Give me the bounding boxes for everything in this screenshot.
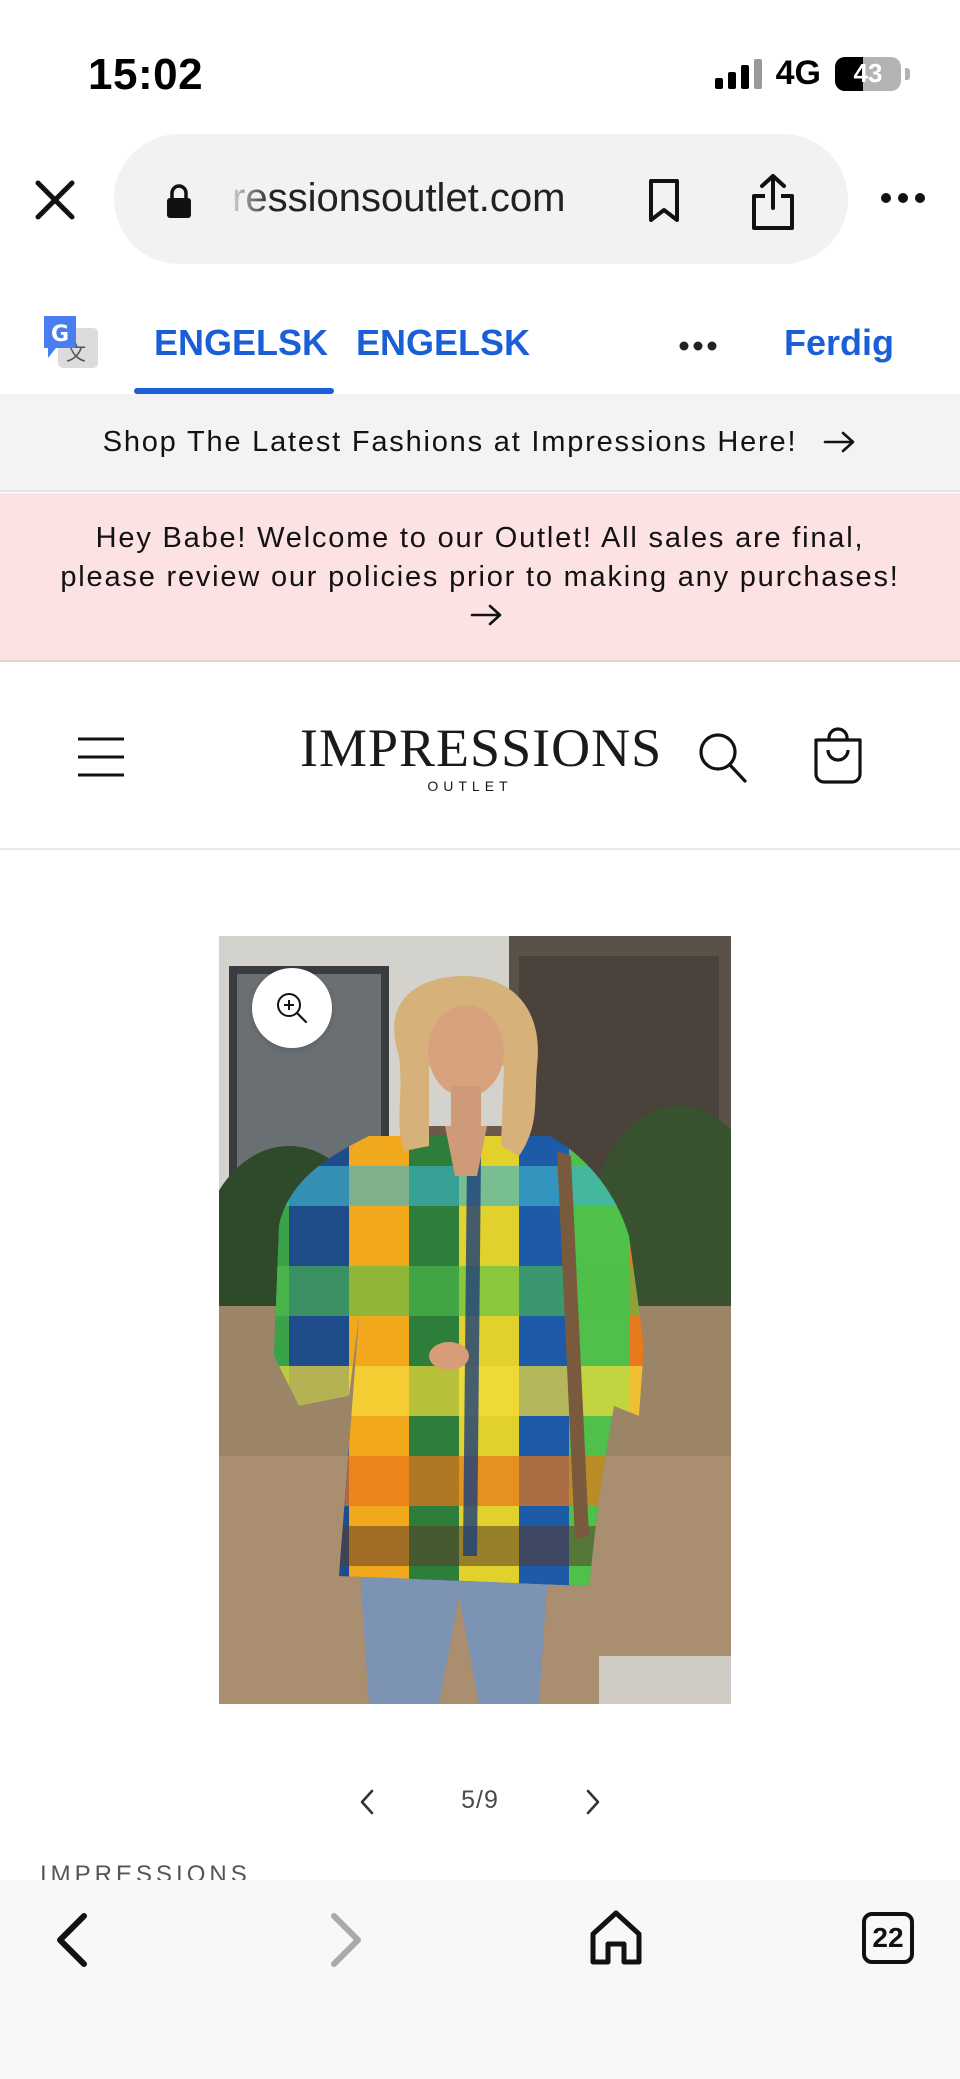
tabs-icon[interactable]: 22 (862, 1912, 914, 1964)
google-translate-icon: 文 G (44, 316, 98, 368)
battery-percent: 43 (853, 57, 883, 88)
product-vendor: IMPRESSIONS (40, 1861, 251, 1880)
svg-text:G: G (51, 322, 69, 347)
tab-source-language[interactable]: ENGELSK (154, 322, 328, 364)
search-icon[interactable] (696, 730, 748, 784)
home-icon[interactable] (588, 1908, 644, 1968)
site-logo[interactable]: IMPRESSIONS OUTLET (300, 718, 663, 794)
announcement-bar[interactable]: Shop The Latest Fashions at Impressions … (0, 394, 960, 492)
slide-counter: 5/9 (461, 1786, 499, 1814)
tab-target-language[interactable]: ENGELSK (356, 322, 530, 364)
translate-more-icon[interactable] (678, 340, 718, 352)
announcement-text: Shop The Latest Fashions at Impressions … (102, 425, 798, 458)
arrow-right-icon (824, 431, 855, 453)
lock-icon (167, 184, 191, 218)
status-indicators: 4G 43 (714, 54, 910, 93)
address-bar[interactable]: ressionsoutlet.com (114, 134, 848, 264)
share-icon[interactable] (748, 172, 798, 232)
more-icon[interactable] (878, 188, 928, 208)
signal-icon (714, 58, 762, 89)
battery-tip (905, 67, 910, 80)
translate-done-button[interactable]: Ferdig (784, 322, 894, 364)
welcome-text: Hey Babe! Welcome to our Outlet! All sal… (60, 522, 900, 593)
welcome-banner[interactable]: Hey Babe! Welcome to our Outlet! All sal… (0, 493, 960, 662)
zoom-button[interactable] (252, 968, 332, 1048)
logo-main: IMPRESSIONS (300, 718, 663, 778)
site-header: IMPRESSIONS OUTLET (0, 664, 960, 850)
back-icon[interactable] (52, 1910, 92, 1970)
battery-icon: 43 (835, 56, 901, 91)
menu-icon[interactable] (76, 734, 126, 780)
zoom-in-icon (277, 993, 308, 1024)
image-slider-nav: 5/9 (0, 1776, 960, 1826)
close-icon[interactable] (30, 175, 80, 225)
product-image[interactable] (219, 936, 731, 1704)
status-bar: 15:02 4G 43 (0, 0, 960, 130)
forward-icon[interactable] (326, 1910, 366, 1970)
translate-bar: 文 G ENGELSK ENGELSK Ferdig (0, 300, 960, 394)
logo-sub: OUTLET (427, 778, 513, 794)
browser-toolbar: ressionsoutlet.com (0, 130, 960, 270)
chevron-right-icon[interactable] (582, 1788, 604, 1816)
network-type: 4G (775, 54, 821, 92)
bottom-toolbar: 22 (0, 1880, 960, 2079)
chevron-left-icon[interactable] (356, 1788, 378, 1816)
url-text: ressionsoutlet.com (232, 176, 566, 220)
bookmark-icon[interactable] (644, 178, 684, 224)
cart-icon[interactable] (810, 726, 866, 786)
arrow-right-icon (470, 604, 502, 626)
status-time: 15:02 (88, 50, 204, 99)
